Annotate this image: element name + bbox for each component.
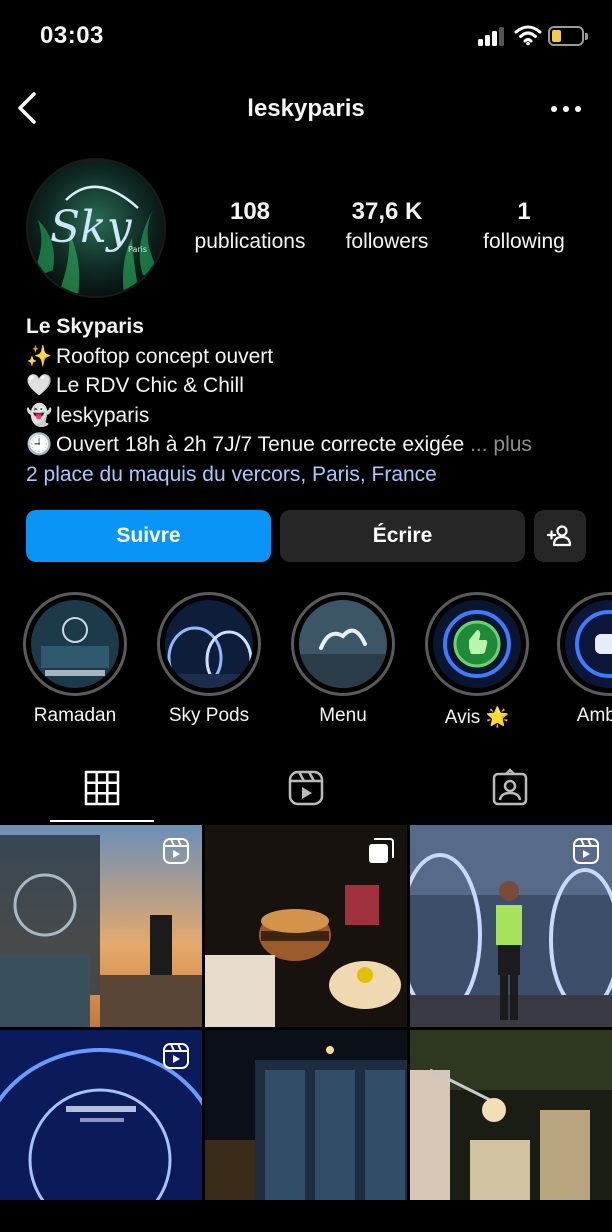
post-thumbnail[interactable] (0, 825, 202, 1027)
stat-number: 1 (517, 198, 531, 225)
active-tab-indicator (50, 820, 154, 822)
post-image (410, 1030, 612, 1200)
post-thumbnail[interactable] (410, 825, 612, 1027)
profile-stats: 108 publications 37,6 K followers 1 foll… (180, 198, 592, 268)
reels-icon[interactable] (286, 768, 326, 808)
highlight-label: Ramadan (33, 705, 117, 726)
follow-button[interactable]: Suivre (26, 510, 271, 562)
bio-line: 🤍 Le RDV Chic & Chill (26, 371, 596, 401)
stat-publications[interactable]: 108 publications (180, 198, 320, 254)
ghost-icon: 👻 (26, 403, 53, 427)
story-highlights: Ramadan Sky Pods Menu Avis 🌟 Amb (0, 592, 612, 732)
highlight-cover (565, 600, 612, 688)
bio-line: 🕘 Ouvert 18h à 2h 7J/7 Tenue correcte exi… (26, 430, 596, 460)
add-person-icon (546, 525, 572, 547)
stat-number: 108 (229, 198, 271, 225)
profile-address-link[interactable]: 2 place du maquis du vercors, Paris, Fra… (26, 460, 596, 490)
highlight-sky-pods[interactable]: Sky Pods (156, 592, 262, 727)
profile-tabs (0, 752, 612, 824)
stat-following[interactable]: 1 following (454, 198, 594, 254)
avatar-logo-sub: Paris (128, 245, 147, 254)
profile-actions: Suivre Écrire (26, 510, 586, 564)
stat-followers[interactable]: 37,6 K followers (317, 198, 457, 254)
profile-display-name: Le Skyparis (26, 315, 144, 338)
post-thumbnail[interactable] (205, 1030, 407, 1232)
white-heart-icon: 🤍 (26, 374, 53, 397)
more-options-icon[interactable] (548, 100, 584, 118)
profile-bio: Le Skyparis ✨ Rooftop concept ouvert 🤍 Le … (26, 312, 596, 489)
highlight-label: Ambian (576, 705, 612, 726)
highlight-label: Sky Pods (168, 705, 250, 726)
bio-line-text: Ouvert 18h à 2h 7J/7 Tenue correcte exig… (56, 433, 465, 456)
status-time: 03:03 (40, 22, 104, 49)
post-image (205, 1030, 407, 1200)
bio-line-text: leskyparis (56, 403, 150, 427)
suggest-people-button[interactable] (534, 510, 586, 562)
stat-label: publications (194, 230, 306, 253)
bio-line: 👻 leskyparis (26, 401, 596, 431)
highlight-cover (299, 600, 387, 688)
signal-icon (478, 27, 504, 46)
highlight-cover (165, 600, 253, 688)
highlight-menu[interactable]: Menu (290, 592, 396, 727)
highlight-label: Avis 🌟 (444, 707, 510, 728)
post-grid (0, 825, 612, 1232)
bio-line: ✨ Rooftop concept ouvert (26, 342, 596, 372)
tagged-icon[interactable] (490, 768, 530, 808)
profile-username: leskyparis (247, 95, 365, 122)
grid-icon[interactable] (82, 768, 122, 808)
post-thumbnail[interactable] (205, 825, 407, 1027)
message-button[interactable]: Écrire (280, 510, 525, 562)
wifi-icon (514, 25, 542, 46)
profile-header: leskyparis (0, 76, 612, 140)
highlight-cover (433, 600, 521, 688)
reel-badge-icon (163, 838, 189, 864)
reel-badge-icon (573, 838, 599, 864)
stat-label: following (483, 230, 565, 253)
avatar-logo-text: Sky (50, 202, 133, 253)
battery-icon (548, 26, 588, 46)
bio-line-text: Le RDV Chic & Chill (56, 374, 244, 397)
carousel-badge-icon (369, 838, 394, 863)
post-thumbnail[interactable] (0, 1030, 202, 1232)
sparkles-icon: ✨ (26, 344, 53, 368)
clock-icon: 🕘 (26, 433, 53, 456)
bio-line-text: Rooftop concept ouvert (56, 344, 274, 368)
stat-number: 37,6 K (351, 198, 423, 225)
bio-more-link[interactable]: ... plus (470, 433, 532, 456)
reel-badge-icon (163, 1043, 189, 1069)
status-bar: 03:03 (0, 0, 612, 76)
stat-label: followers (345, 230, 429, 253)
highlight-label: Menu (319, 705, 367, 726)
highlight-ramadan[interactable]: Ramadan (22, 592, 128, 727)
profile-avatar[interactable]: Sky Paris (26, 158, 166, 298)
highlight-cover (31, 600, 119, 688)
highlight-avis[interactable]: Avis 🌟 (424, 592, 530, 729)
highlight-ambiance[interactable]: Ambian (556, 592, 612, 727)
post-thumbnail[interactable] (410, 1030, 612, 1232)
avatar-logo: Sky Paris (28, 160, 164, 296)
